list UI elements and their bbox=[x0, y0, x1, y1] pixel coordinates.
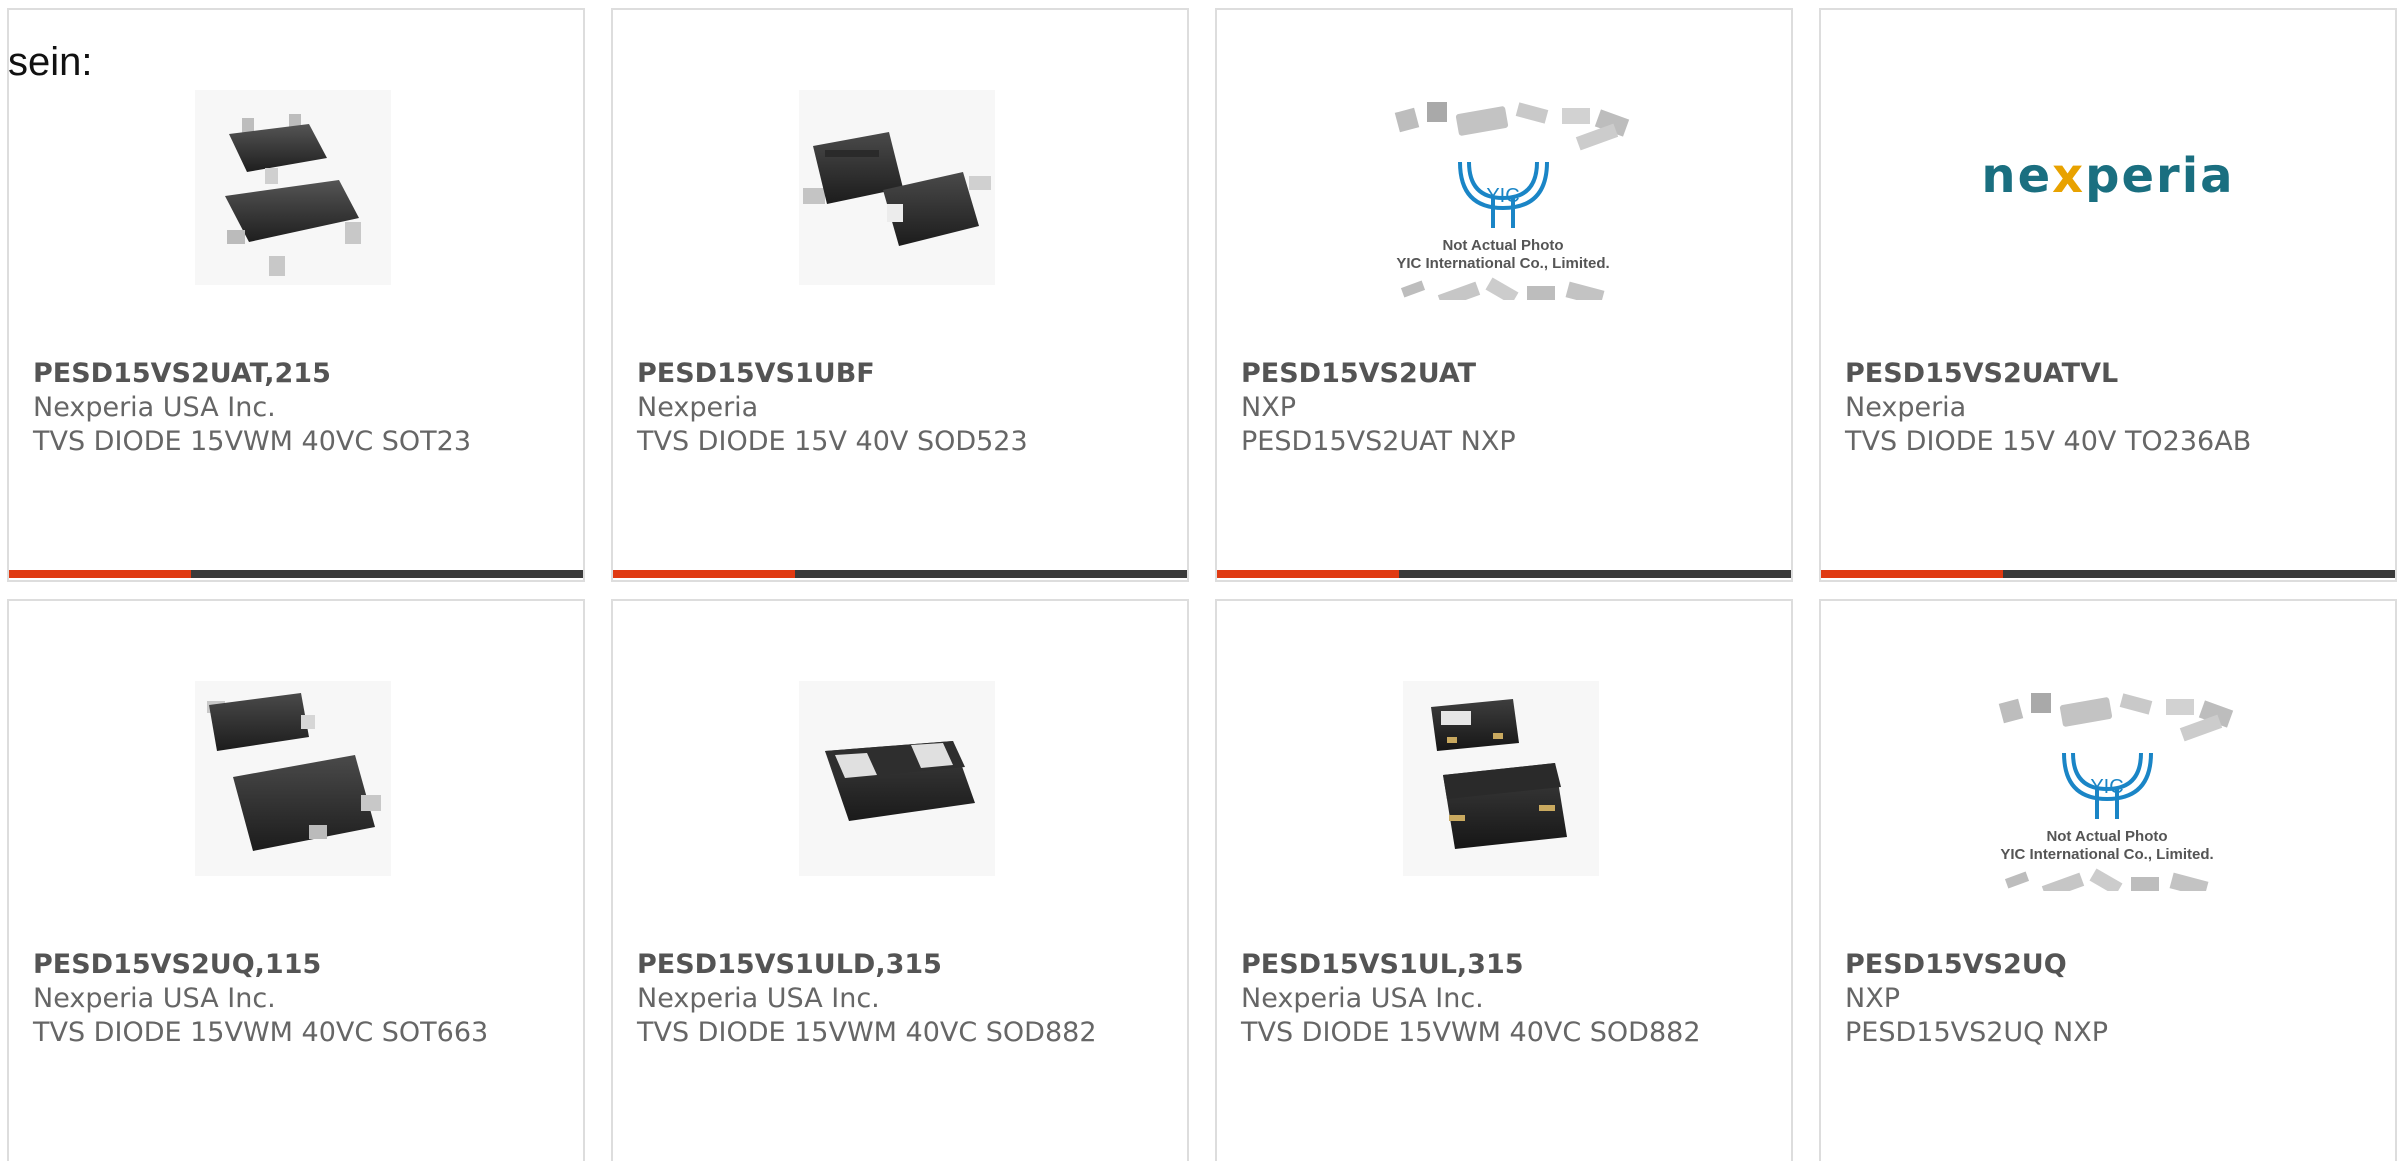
card-footer-accent bbox=[1217, 570, 1399, 578]
part-number[interactable]: PESD15VS2UATVL bbox=[1845, 357, 2118, 391]
part-number[interactable]: PESD15VS2UQ,115 bbox=[33, 948, 321, 982]
card-footer-bar bbox=[9, 570, 583, 578]
logo-text-pre: ne bbox=[1981, 148, 2052, 204]
logo-text-x: x bbox=[2052, 148, 2085, 204]
description: TVS DIODE 15VWM 40VC SOD882 bbox=[1241, 1017, 1701, 1048]
manufacturer: Nexperia bbox=[1845, 392, 1967, 423]
description: TVS DIODE 15VWM 40VC SOT23 bbox=[33, 426, 472, 457]
placeholder-line1: Not Actual Photo bbox=[1442, 237, 1563, 254]
product-image[interactable] bbox=[613, 671, 1187, 961]
placeholder-line2: YIC International Co., Limited. bbox=[1396, 255, 1609, 272]
yic-placeholder-icon: YIC Not Actual Photo YIC International C… bbox=[1998, 693, 2234, 891]
nexperia-logo-icon: nexperia bbox=[1981, 148, 2234, 204]
card-footer-bar bbox=[1217, 570, 1791, 578]
manufacturer: Nexperia USA Inc. bbox=[33, 983, 276, 1014]
description: TVS DIODE 15V 40V SOD523 bbox=[637, 426, 1028, 457]
product-card[interactable]: PESD15VS1UBF Nexperia TVS DIODE 15V 40V … bbox=[611, 8, 1189, 582]
part-number[interactable]: PESD15VS1UBF bbox=[637, 357, 875, 391]
card-footer-bar bbox=[613, 570, 1187, 578]
manufacturer: Nexperia USA Inc. bbox=[33, 392, 276, 423]
manufacturer: Nexperia bbox=[637, 392, 759, 423]
placeholder-line1: Not Actual Photo bbox=[2046, 828, 2167, 845]
part-number[interactable]: PESD15VS2UQ bbox=[1845, 948, 2067, 982]
intro-text: sein: bbox=[8, 40, 93, 84]
product-image[interactable]: YIC Not Actual Photo YIC International C… bbox=[1821, 601, 2395, 891]
description: PESD15VS2UAT NXP bbox=[1241, 426, 1516, 457]
yic-placeholder-icon: YIC Not Actual Photo YIC International C… bbox=[1394, 102, 1630, 300]
sod882-package-icon bbox=[1403, 681, 1599, 876]
description: PESD15VS2UQ NXP bbox=[1845, 1017, 2108, 1048]
part-number[interactable]: PESD15VS2UAT bbox=[1241, 357, 1476, 391]
product-image[interactable] bbox=[9, 80, 583, 370]
card-footer-accent bbox=[9, 570, 191, 578]
part-number[interactable]: PESD15VS2UAT,215 bbox=[33, 357, 331, 391]
sod882d-package-icon bbox=[799, 681, 995, 876]
sot663-package-icon bbox=[195, 681, 391, 876]
product-card[interactable]: YIC Not Actual Photo YIC International C… bbox=[1819, 599, 2397, 1161]
product-image[interactable] bbox=[613, 80, 1187, 370]
description: TVS DIODE 15VWM 40VC SOT663 bbox=[33, 1017, 489, 1048]
part-number[interactable]: PESD15VS1UL,315 bbox=[1241, 948, 1524, 982]
description: TVS DIODE 15VWM 40VC SOD882 bbox=[637, 1017, 1097, 1048]
product-image[interactable] bbox=[1217, 671, 1791, 961]
card-footer-accent bbox=[1821, 570, 2003, 578]
product-card[interactable]: PESD15VS1UL,315 Nexperia USA Inc. TVS DI… bbox=[1215, 599, 1793, 1161]
product-image[interactable]: YIC Not Actual Photo YIC International C… bbox=[1217, 10, 1791, 300]
logo-text-post: peria bbox=[2085, 148, 2234, 204]
manufacturer: NXP bbox=[1241, 392, 1296, 423]
product-image[interactable] bbox=[9, 671, 583, 961]
manufacturer: NXP bbox=[1845, 983, 1900, 1014]
part-number[interactable]: PESD15VS1ULD,315 bbox=[637, 948, 942, 982]
placeholder-brand: YIC bbox=[1486, 185, 1519, 207]
card-footer-accent bbox=[613, 570, 795, 578]
product-card[interactable]: PESD15VS2UQ,115 Nexperia USA Inc. TVS DI… bbox=[7, 599, 585, 1161]
card-footer-bar bbox=[1821, 570, 2395, 578]
product-grid-page: sein: PESD15VS2UAT,215 Nexperia USA Inc.… bbox=[0, 0, 2400, 1161]
sot23-package-icon bbox=[195, 90, 391, 285]
svg-text:nexperia: nexperia bbox=[1981, 148, 2234, 204]
sod523-package-icon bbox=[799, 90, 995, 285]
product-card[interactable]: nexperia PESD15VS2UATVL Nexperia TVS DIO… bbox=[1819, 8, 2397, 582]
product-card[interactable]: YIC Not Actual Photo YIC International C… bbox=[1215, 8, 1793, 582]
description: TVS DIODE 15V 40V TO236AB bbox=[1845, 426, 2252, 457]
manufacturer: Nexperia USA Inc. bbox=[637, 983, 880, 1014]
manufacturer: Nexperia USA Inc. bbox=[1241, 983, 1484, 1014]
placeholder-line2: YIC International Co., Limited. bbox=[2000, 846, 2213, 863]
product-card[interactable]: PESD15VS1ULD,315 Nexperia USA Inc. TVS D… bbox=[611, 599, 1189, 1161]
product-image[interactable]: nexperia bbox=[1821, 80, 2395, 370]
product-card[interactable]: PESD15VS2UAT,215 Nexperia USA Inc. TVS D… bbox=[7, 8, 585, 582]
placeholder-brand: YIC bbox=[2090, 776, 2123, 798]
